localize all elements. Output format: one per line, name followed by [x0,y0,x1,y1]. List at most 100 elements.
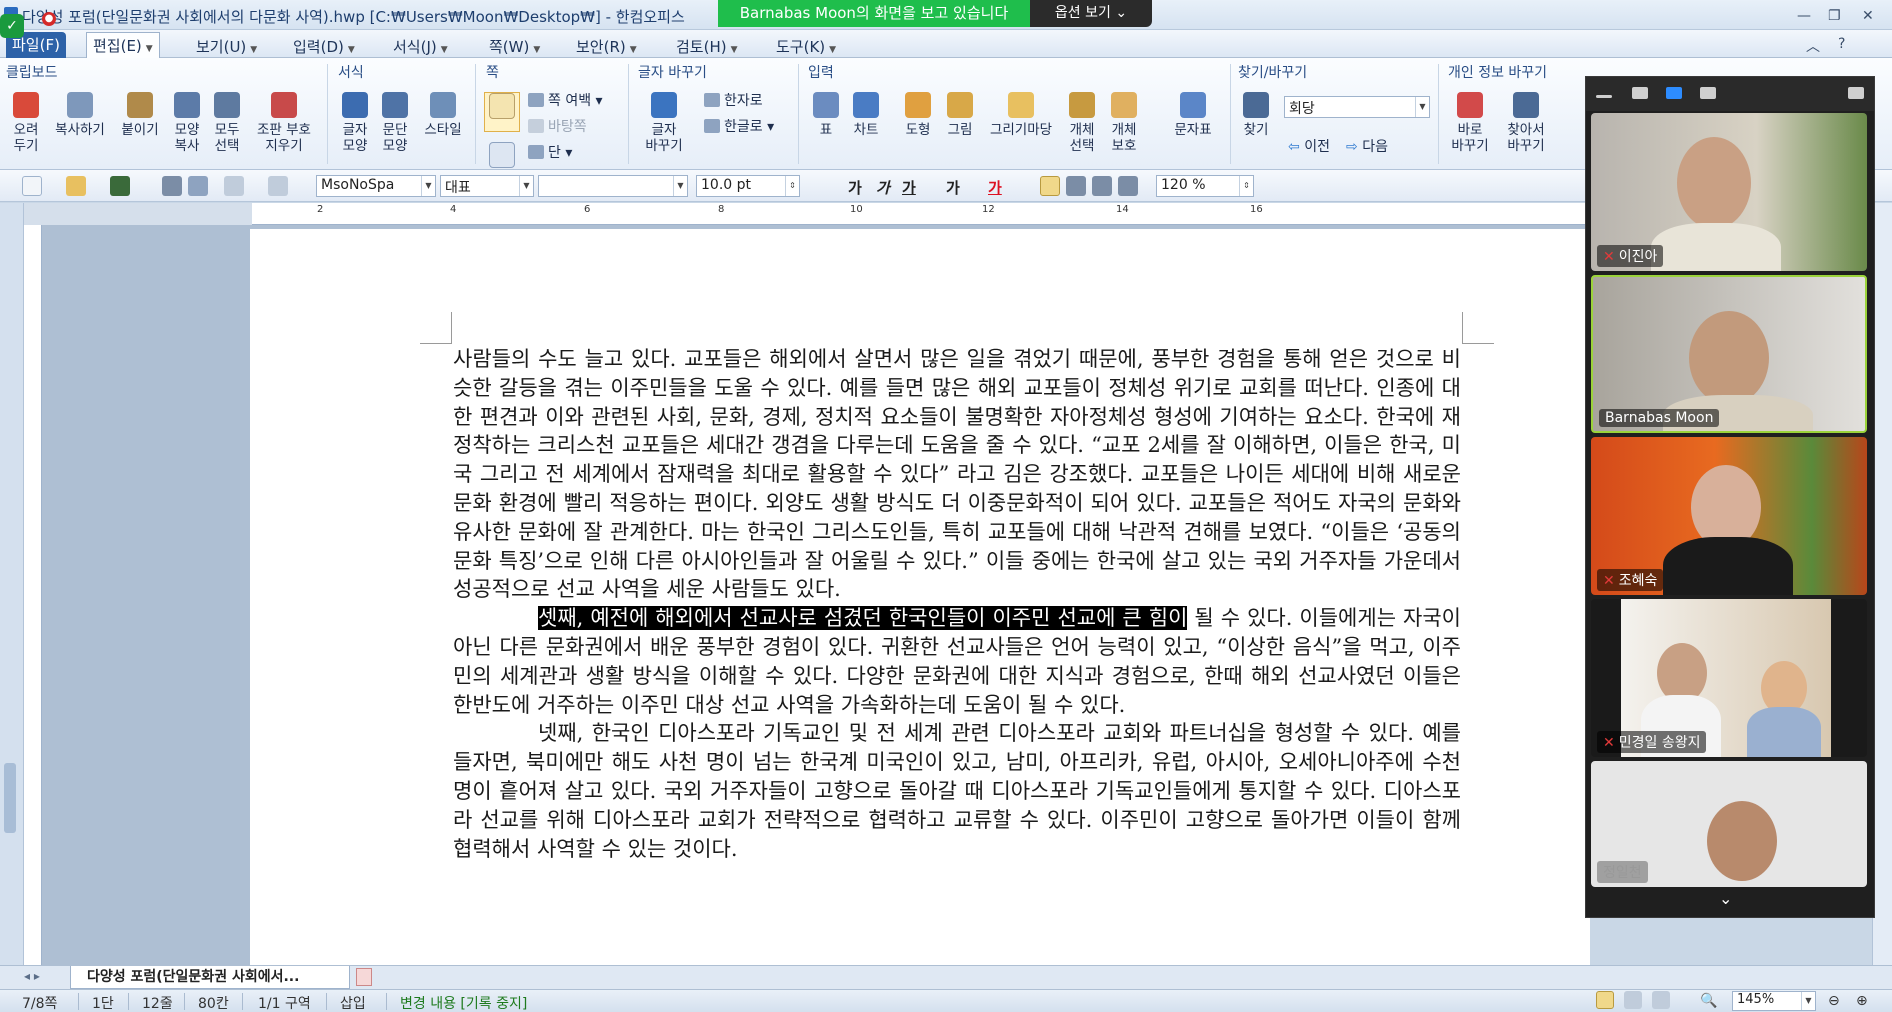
undo-icon[interactable] [224,176,244,196]
strip-view-icon[interactable] [1666,87,1682,99]
picture-button[interactable]: 그림 [942,92,978,138]
menu-format[interactable]: 서식(J) ▼ [387,34,454,59]
bold-button[interactable]: 가 [848,177,862,198]
table-button[interactable]: 표 [808,92,844,138]
symbol-button[interactable]: 문자표 [1168,92,1218,138]
shape-button[interactable]: 도형 [900,92,936,138]
status-insert-mode[interactable]: 삽입 [340,993,366,1012]
to-hanja-button[interactable]: 한자로 [704,90,763,110]
find-change-button[interactable]: 찾아서 바꾸기 [1500,92,1552,154]
menu-view[interactable]: 보기(U) ▼ [190,34,263,59]
zoom-out-icon[interactable]: ⊖ [1828,993,1840,1009]
chevron-down-icon[interactable]: ▼ [519,176,533,196]
align-justify-icon[interactable] [1040,176,1060,196]
menu-tools[interactable]: 도구(K) ▼ [770,34,842,59]
spinner-icon[interactable]: ⇕ [785,176,799,196]
zoom-magnifier-icon[interactable]: 🔍 [1700,993,1717,1009]
char-shape-button[interactable]: 글자 모양 [336,92,374,154]
participant-tile[interactable]: ✕ 민경일 송왕지 [1591,599,1867,757]
style-select[interactable]: MsoNoSpa ▼ [316,175,436,197]
participant-tile[interactable]: ✕ 조혜숙 [1591,437,1867,595]
copy-button[interactable]: 복사하기 [48,92,112,138]
print-icon[interactable] [162,176,182,196]
paste-button[interactable]: 붙이기 [116,92,164,138]
gallery-view-icon[interactable] [1700,87,1716,99]
italic-button[interactable]: 가 [876,177,890,198]
menu-edit[interactable]: 편집(E) ▼ [86,32,160,59]
chevron-down-icon[interactable]: ▼ [1801,992,1815,1010]
chevron-down-icon[interactable]: ▼ [421,176,435,196]
select-all-button[interactable]: 모두 선택 [208,92,246,154]
drawing-button[interactable]: 그리기마당 [982,92,1060,138]
document-tab[interactable]: 다양성 포럼(단일문화권 사회에서... [70,966,350,989]
page-settings-button[interactable] [484,142,520,172]
minimize-panel-icon[interactable] [1596,95,1612,98]
status-zoom-select[interactable]: 145% ▼ [1732,991,1816,1011]
exit-fullscreen-icon[interactable] [1848,87,1864,99]
align-right-icon[interactable] [1118,176,1138,196]
participant-tile[interactable]: 정일천 [1591,761,1867,887]
background-page-button[interactable]: 바탕쪽 [528,116,587,136]
para-shape-button[interactable]: 문단 모양 [376,92,414,154]
web-view-icon[interactable] [1624,991,1642,1009]
menu-review[interactable]: 검토(H) ▼ [670,34,744,59]
vertical-ruler[interactable] [24,225,42,965]
font-color-button[interactable]: 가 [988,177,1002,198]
to-hangul-button[interactable]: 한글로 ▾ [704,116,774,136]
save-icon[interactable] [110,176,130,196]
align-left-icon[interactable] [1066,176,1086,196]
help-icon[interactable]: ? [1838,36,1845,52]
zoom-input[interactable]: 120 % ⇕ [1156,175,1254,197]
chart-button[interactable]: 차트 [848,92,884,138]
direct-change-button[interactable]: 바로 바꾸기 [1448,92,1492,154]
find-button[interactable]: 찾기 [1238,92,1274,138]
menu-insert[interactable]: 입력(D) ▼ [287,34,361,59]
redo-icon[interactable] [268,176,288,196]
spinner-icon[interactable]: ⇕ [1239,176,1253,196]
ribbon-collapse-icon[interactable]: ︿ [1806,36,1820,56]
vertical-scrollbar[interactable] [1872,203,1892,965]
hide-changes-button[interactable]: 조판 부호 지우기 [250,92,318,154]
font-size-input[interactable]: 10.0 pt ⇕ [696,175,800,197]
font-select[interactable]: ▼ [538,175,688,197]
document-body[interactable]: 사람들의 수도 늘고 있다. 교포들은 해외에서 살면서 많은 일을 겪었기 때… [453,345,1461,863]
menu-page[interactable]: 쪽(W) ▼ [483,34,546,59]
object-select-button[interactable]: 개체 선택 [1064,92,1100,154]
participant-tile[interactable]: ✕ 이진아 [1591,113,1867,271]
find-prev-button[interactable]: ⇦ 이전 [1288,136,1330,156]
open-folder-icon[interactable] [66,176,86,196]
chevron-down-icon[interactable]: ▼ [673,176,687,196]
outline-view-icon[interactable] [1652,991,1670,1009]
find-next-button[interactable]: ⇨ 다음 [1346,136,1388,156]
participant-tile-active-speaker[interactable]: Barnabas Moon [1591,275,1867,433]
lang-select[interactable]: 대표 ▼ [440,175,534,197]
restore-icon[interactable]: ❐ [1828,8,1841,24]
horizontal-ruler[interactable]: 2 4 6 8 10 12 14 16 [24,203,1590,225]
char-change-button[interactable]: 글자 바꾸기 [636,92,692,154]
preview-icon[interactable] [188,176,208,196]
zoom-in-icon[interactable]: ⊕ [1856,993,1868,1009]
speaker-view-icon[interactable] [1632,87,1648,99]
menu-security[interactable]: 보안(R) ▼ [570,34,643,59]
object-protect-button[interactable]: 개체 보호 [1106,92,1142,154]
close-icon[interactable]: ✕ [1862,8,1874,24]
new-doc-icon[interactable] [22,176,42,196]
align-center-icon[interactable] [1092,176,1112,196]
style-button[interactable]: 스타일 [418,92,468,138]
status-track-changes[interactable]: 변경 내용 [기록 중지] [400,993,527,1012]
view-options-button[interactable]: 옵션 보기 ⌄ [1030,0,1152,27]
underline-button[interactable]: 가 [902,177,916,198]
format-copy-button[interactable]: 모양 복사 [168,92,206,154]
new-tab-icon[interactable] [356,968,372,986]
page-layout-button[interactable] [484,92,520,132]
strike-button[interactable]: 가 [946,177,960,198]
tab-nav-icon[interactable]: ◂ ▸ [24,969,40,983]
cut-button[interactable]: 오려 두기 [6,92,46,154]
replace-combo[interactable]: 회당 ▼ [1284,96,1430,118]
panel-expand-handle[interactable] [4,763,16,833]
minimize-icon[interactable]: — [1797,8,1811,24]
normal-view-icon[interactable] [1596,991,1614,1009]
columns-button[interactable]: 단 ▾ [528,142,572,162]
scroll-down-chevron-icon[interactable]: ⌄ [1719,889,1732,908]
page-margin-button[interactable]: 쪽 여백 ▾ [528,90,603,110]
